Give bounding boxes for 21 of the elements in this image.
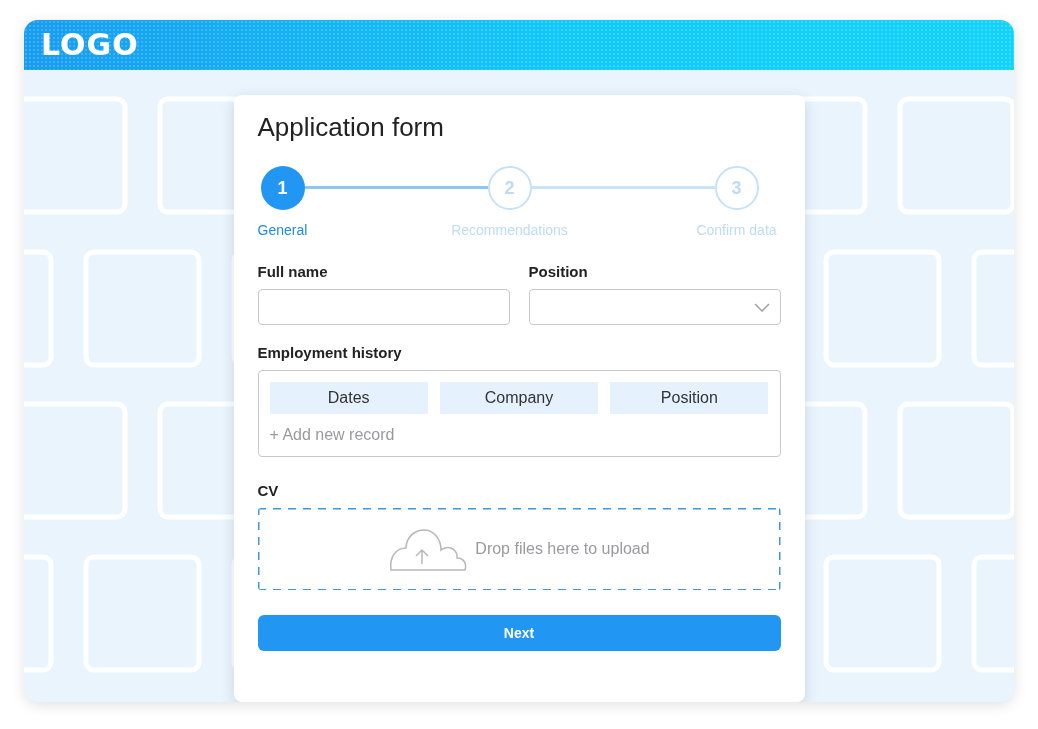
step-label: General: [257, 222, 308, 238]
step-label: Recommendations: [451, 222, 568, 238]
logo: LOGO: [41, 30, 139, 60]
chevron-down-icon: [753, 302, 770, 312]
dropzone-text: Drop files here to upload: [475, 540, 650, 558]
file-dropzone[interactable]: Drop files here to upload: [257, 508, 781, 590]
input-field[interactable]: [257, 289, 510, 325]
add-record-link[interactable]: + Add new record: [269, 426, 395, 444]
column-header: Dates: [269, 382, 428, 414]
column-header: Company: [439, 382, 599, 414]
step-circle[interactable]: 1: [260, 166, 305, 210]
form-title: Application form: [257, 112, 445, 143]
column-header: Position: [610, 382, 769, 414]
field-label: Position: [528, 263, 589, 280]
next-button[interactable]: Next: [257, 615, 781, 651]
cloud-upload-icon: [388, 527, 469, 571]
section-label: Employment history: [257, 344, 403, 361]
section-label: CV: [257, 482, 280, 499]
step-label: Confirm data: [696, 222, 777, 238]
field-label: Full name: [257, 263, 329, 280]
dropdown-field[interactable]: [528, 289, 781, 325]
